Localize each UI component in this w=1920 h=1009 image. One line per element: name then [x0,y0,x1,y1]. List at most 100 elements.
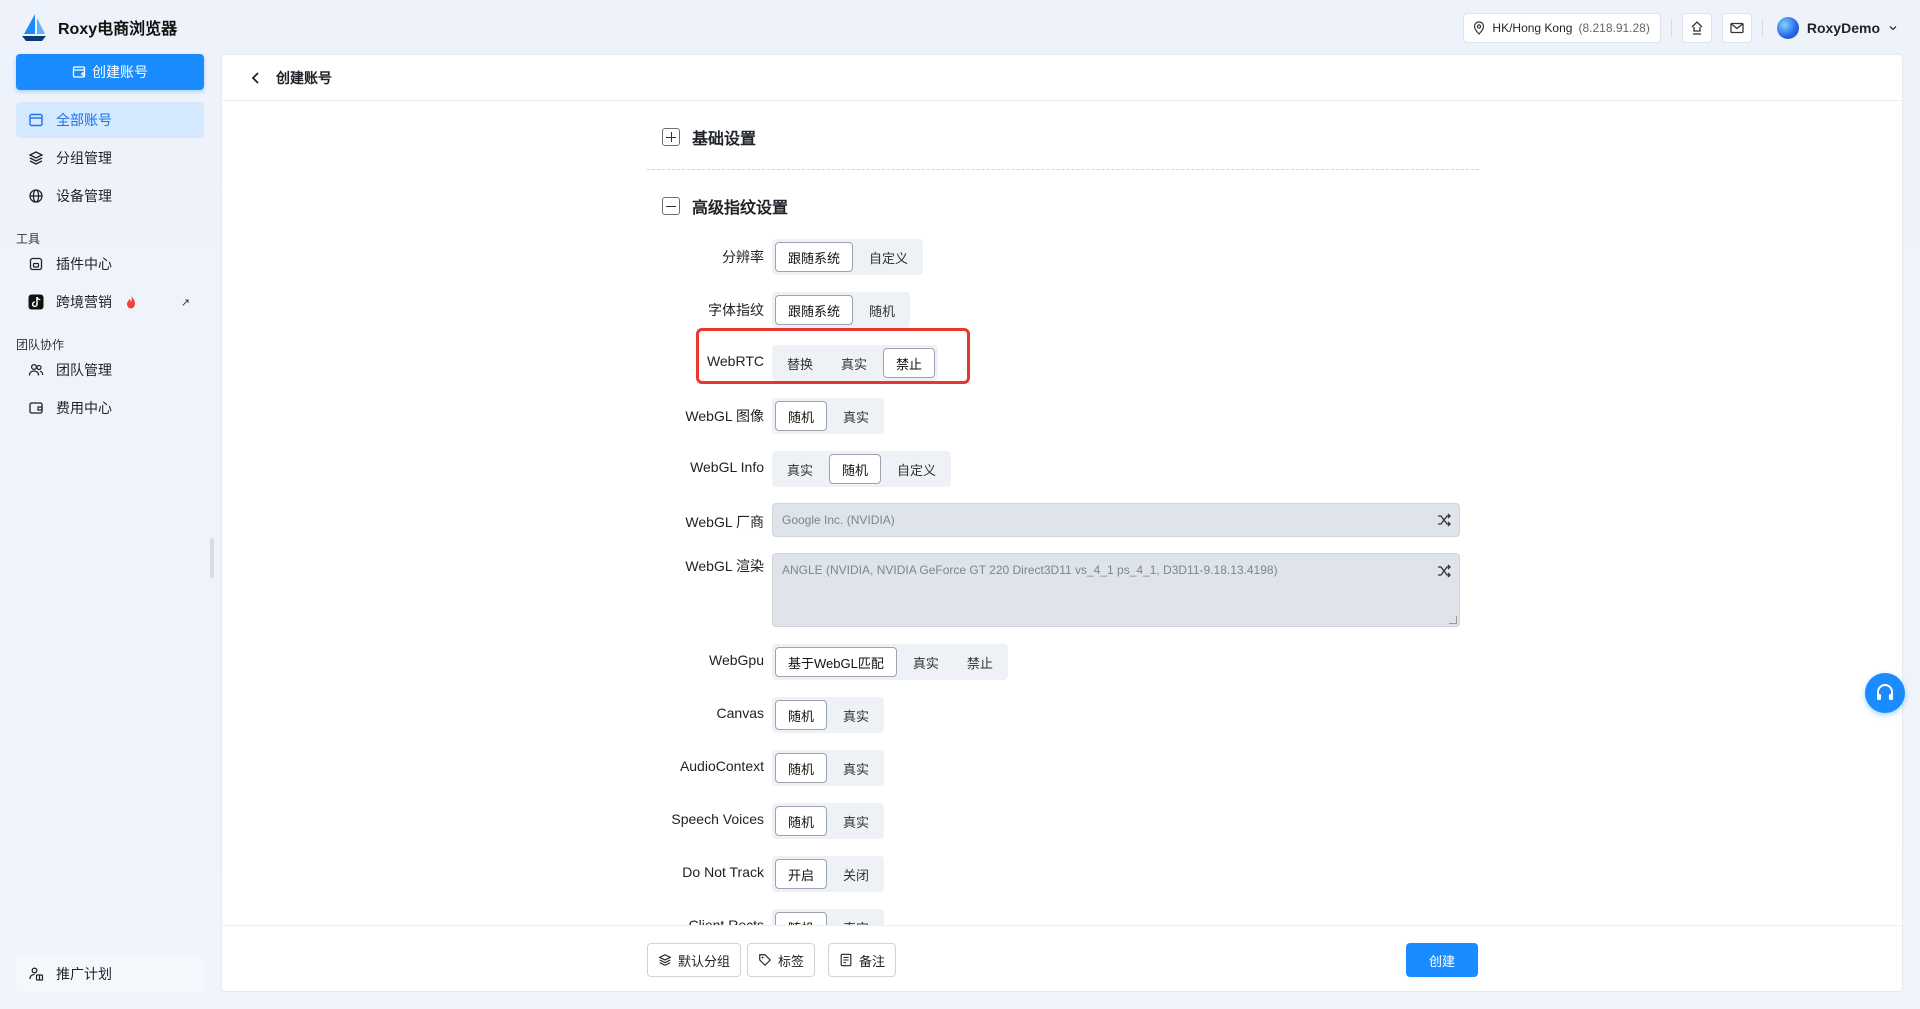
speech-option-real[interactable]: 真实 [831,806,881,836]
resolution-option-custom[interactable]: 自定义 [857,242,920,272]
create-account-button[interactable]: 创建账号 [16,54,204,90]
app-title: Roxy电商浏览器 [58,21,178,38]
customer-support-button[interactable] [1865,673,1905,713]
tag-icon [759,954,772,967]
sidebar-item-plugins[interactable]: 插件中心 [16,246,204,282]
do-not-track-label: Do Not Track [682,864,764,880]
tag-button[interactable]: 标签 [747,943,816,977]
webgpu-option-disable[interactable]: 禁止 [955,647,1005,677]
speech-voices-label: Speech Voices [671,811,764,827]
upload-button[interactable] [1681,13,1712,43]
audio-option-real[interactable]: 真实 [831,753,881,783]
webgl-vendor-label: WebGL 厂商 [685,514,764,530]
add-window-icon [72,66,86,78]
expand-icon [662,128,680,146]
location-name: HK/Hong Kong [1492,21,1573,35]
avatar [1776,17,1799,39]
wallet-icon [29,402,43,414]
sidebar-item-label: 分组管理 [56,150,112,166]
canvas-segmented: 随机 真实 [772,697,885,733]
font-option-random[interactable]: 随机 [857,295,907,325]
create-submit-button[interactable]: 创建 [1406,943,1478,977]
webgl-image-option-random[interactable]: 随机 [775,401,828,431]
webgpu-option-real[interactable]: 真实 [901,647,951,677]
sidebar-item-affiliate[interactable]: 推广计划 [16,956,204,992]
create-account-label: 创建账号 [92,64,148,80]
collapse-icon [662,197,680,215]
font-fingerprint-segmented: 跟随系统 随机 [772,292,911,328]
webgl-info-option-real[interactable]: 真实 [775,454,825,484]
webgl-image-label: WebGL 图像 [685,408,764,424]
default-group-button[interactable]: 默认分组 [647,943,742,977]
section-title: 基础设置 [692,131,757,148]
webgl-info-option-random[interactable]: 随机 [829,454,882,484]
dnt-option-on[interactable]: 开启 [775,859,828,889]
section-advanced-fingerprint[interactable]: 高级指纹设置 [662,194,788,218]
resolution-label: 分辨率 [722,249,764,265]
section-basic-settings[interactable]: 基础设置 [662,125,756,149]
sidebar-item-all-accounts[interactable]: 全部账号 [16,102,204,138]
sail-logo-icon [22,14,46,41]
audio-context-label: AudioContext [679,758,764,774]
sidebar-item-label: 跨境营销 [56,294,112,310]
webgl-vendor-field[interactable]: Google Inc. (NVIDIA) [772,503,1460,537]
webgl-image-option-real[interactable]: 真实 [831,401,881,431]
sidebar-item-label: 设备管理 [56,188,112,204]
proxy-location-chip[interactable]: HK/Hong Kong (8.218.91.28) [1463,13,1661,43]
do-not-track-segmented: 开启 关闭 [772,856,885,892]
dnt-option-off[interactable]: 关闭 [831,859,881,889]
audio-context-segmented: 随机 真实 [772,750,885,786]
divider [1670,19,1672,37]
font-fingerprint-label: 字体指纹 [708,302,764,318]
mail-icon [1730,22,1744,34]
sidebar-item-devices[interactable]: 设备管理 [16,178,204,214]
sidebar-item-marketing[interactable]: 跨境营销 ↗ [16,284,204,320]
chevron-down-icon [1889,26,1897,31]
upload-icon [1691,21,1703,35]
sidebar-item-billing[interactable]: 费用中心 [16,390,204,426]
shuffle-icon[interactable] [1436,563,1452,579]
canvas-label: Canvas [716,705,764,721]
webgl-info-option-custom[interactable]: 自定义 [885,454,948,484]
sidebar-item-label: 插件中心 [56,256,112,272]
sidebar-resize-handle[interactable] [210,538,214,578]
font-option-follow[interactable]: 跟随系统 [775,295,854,325]
webgl-renderer-textarea[interactable]: ANGLE (NVIDIA, NVIDIA GeForce GT 220 Dir… [772,553,1460,627]
fire-icon [127,295,135,309]
canvas-option-real[interactable]: 真实 [831,700,881,730]
speech-option-random[interactable]: 随机 [775,806,828,836]
webgl-info-label: WebGL Info [690,459,764,475]
webgpu-label: WebGpu [709,652,764,668]
webgpu-option-webgl-match[interactable]: 基于WebGL匹配 [775,647,897,677]
sidebar-item-groups[interactable]: 分组管理 [16,140,204,176]
layers-icon [28,151,44,165]
back-arrow-icon[interactable] [250,71,262,85]
user-menu[interactable]: RoxyDemo [1776,17,1898,39]
form-footer: 默认分组 标签 备注 创建 [222,925,1902,991]
resolution-option-follow[interactable]: 跟随系统 [775,242,854,272]
section-divider [647,169,1479,170]
webgl-vendor-value: Google Inc. (NVIDIA) [782,513,895,527]
speech-voices-segmented: 随机 真实 [772,803,885,839]
plugin-icon [29,257,43,271]
default-group-label: 默认分组 [678,953,731,969]
shuffle-icon[interactable] [1436,512,1452,528]
sidebar-item-team[interactable]: 团队管理 [16,352,204,388]
headset-icon [1877,684,1893,700]
note-button[interactable]: 备注 [828,943,897,977]
divider [1761,19,1763,37]
audio-option-random[interactable]: 随机 [775,753,828,783]
messages-button[interactable] [1721,13,1752,43]
textarea-resize-handle[interactable] [1449,616,1457,624]
location-ip: (8.218.91.28) [1578,21,1650,35]
top-bar: Roxy电商浏览器 HK/Hong Kong (8.218.91.28) Rox… [0,0,1920,54]
username: RoxyDemo [1806,20,1880,36]
tiktok-icon [28,294,44,310]
webgpu-segmented: 基于WebGL匹配 真实 禁止 [772,644,1008,680]
layers-icon [658,954,672,966]
nav-group-tools: 工具 [16,232,41,246]
canvas-option-random[interactable]: 随机 [775,700,828,730]
sidebar: 创建账号 全部账号 分组管理 设备管理 工具 插件中心 跨境营销 ↗ 团队协作 … [0,54,214,1009]
sidebar-item-label: 全部账号 [56,112,112,128]
users-icon [28,363,44,376]
